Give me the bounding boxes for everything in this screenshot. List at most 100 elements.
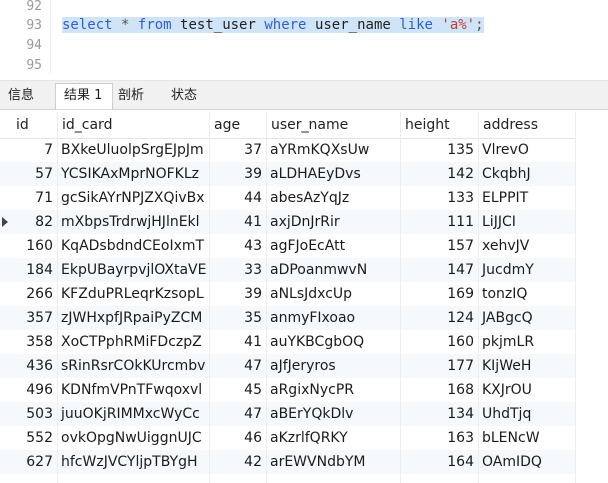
cell-id[interactable]: 7 <box>12 138 57 162</box>
cell-user-name[interactable]: agFJoEcAtt <box>266 234 400 258</box>
table-row[interactable]: 57 YCSIKAxMprNOFKLz 39 aLDHAEyDvs 142 CkqbhJ <box>0 162 575 186</box>
cell-id-card[interactable]: YCSIKAxMprNOFKLz <box>57 162 209 186</box>
cell-address[interactable]: ELPPIT <box>478 186 575 210</box>
cell-id[interactable]: 496 <box>12 378 57 402</box>
sql-editor[interactable]: 92 93 94 95 select * from test_user wher… <box>0 0 608 74</box>
cell-user-name[interactable]: anmyFIxoao <box>266 306 400 330</box>
table-row[interactable]: 503 juuOKjRIMMxcWyCc 47 aBErYQkDlv 134 UhdTjq <box>0 402 575 426</box>
column-header-age[interactable]: age <box>209 112 266 138</box>
cell-height[interactable]: 111 <box>400 210 478 234</box>
cell-age[interactable]: 37 <box>209 138 266 162</box>
cell-id-card[interactable]: KqADsbdndCEoIxmT <box>57 234 209 258</box>
cell-id[interactable]: 184 <box>12 258 57 282</box>
table-row[interactable]: 71 gcSikAYrNPJZXQivBx 44 abesAzYqJz 133 ELPPI… <box>0 186 575 210</box>
tab-result-1[interactable]: 结果 1 <box>55 83 113 109</box>
cell-address[interactable]: LiJJCI <box>478 210 575 234</box>
cell-height[interactable]: 142 <box>400 162 478 186</box>
cell-id-card[interactable]: BXkeUluolpSrgEJpJm <box>57 138 209 162</box>
cell-id-card[interactable]: EkpUBayrpvjlOXtaVE <box>57 258 209 282</box>
tab-status[interactable]: 状态 <box>163 85 213 107</box>
cell-id[interactable]: 266 <box>12 282 57 306</box>
cell-address[interactable]: xehvJV <box>478 234 575 258</box>
cell-age[interactable]: 47 <box>209 402 266 426</box>
cell-age[interactable]: 43 <box>209 234 266 258</box>
cell-address[interactable]: UhdTjq <box>478 402 575 426</box>
column-header-address[interactable]: address <box>478 112 575 138</box>
table-row[interactable]: 82 mXbpsTrdrwjHJlnEkl 41 axjDnJrRir 111 LiJJC… <box>0 210 575 234</box>
cell-id-card[interactable]: gcSikAYrNPJZXQivBx <box>57 186 209 210</box>
selected-query[interactable]: select * from test_user where user_name … <box>62 17 484 33</box>
cell-height[interactable]: 163 <box>400 426 478 450</box>
cell-user-name[interactable]: aDPoanmwvN <box>266 258 400 282</box>
cell-address[interactable]: JABgcQ <box>478 306 575 330</box>
table-row[interactable]: 357 zJWHxpfJRpaiPyZCM 35 anmyFIxoao 124 JABgc… <box>0 306 575 330</box>
column-header-id-card[interactable]: id_card <box>57 112 209 138</box>
cell-id[interactable]: 358 <box>12 330 57 354</box>
cell-address[interactable]: KIjWeH <box>478 354 575 378</box>
cell-height[interactable]: 124 <box>400 306 478 330</box>
cell-age[interactable]: 41 <box>209 210 266 234</box>
cell-user-name[interactable]: abesAzYqJz <box>266 186 400 210</box>
result-grid[interactable]: id id_card age user_name height address … <box>0 112 608 483</box>
cell-id[interactable]: 82 <box>12 210 57 234</box>
cell-user-name[interactable]: aYRmKQXsUw <box>266 138 400 162</box>
cell-id[interactable]: 57 <box>12 162 57 186</box>
cell-user-name[interactable]: arEWVNdbYM <box>266 450 400 474</box>
cell-height[interactable]: 164 <box>400 450 478 474</box>
cell-id-card[interactable]: KDNfmVPnTFwqoxvl <box>57 378 209 402</box>
cell-id-card[interactable]: sRinRsrCOkKUrcmbv <box>57 354 209 378</box>
cell-user-name[interactable]: aNLsJdxcUp <box>266 282 400 306</box>
cell-id[interactable]: 71 <box>12 186 57 210</box>
cell-age[interactable]: 47 <box>209 354 266 378</box>
cell-id[interactable]: 627 <box>12 450 57 474</box>
cell-id-card[interactable]: XoCTPphRMiFDczpZ <box>57 330 209 354</box>
column-header-height[interactable]: height <box>400 112 478 138</box>
cell-height[interactable]: 168 <box>400 378 478 402</box>
table-row[interactable]: 266 KFZduPRLeqrKzsopL 39 aNLsJdxcUp 169 tonzI… <box>0 282 575 306</box>
cell-user-name[interactable]: aKzrlfQRKY <box>266 426 400 450</box>
cell-id[interactable]: 357 <box>12 306 57 330</box>
cell-id[interactable]: 436 <box>12 354 57 378</box>
cell-height[interactable]: 157 <box>400 234 478 258</box>
cell-age[interactable]: 33 <box>209 258 266 282</box>
tab-profile[interactable]: 剖析 <box>110 85 160 107</box>
cell-user-name[interactable]: aLDHAEyDvs <box>266 162 400 186</box>
cell-user-name[interactable]: aBErYQkDlv <box>266 402 400 426</box>
tab-info[interactable]: 信息 <box>0 85 50 107</box>
cell-height[interactable]: 133 <box>400 186 478 210</box>
cell-height[interactable]: 169 <box>400 282 478 306</box>
cell-height[interactable]: 134 <box>400 402 478 426</box>
cell-address[interactable]: JucdmY <box>478 258 575 282</box>
cell-id[interactable]: 503 <box>12 402 57 426</box>
cell-id[interactable]: 160 <box>12 234 57 258</box>
cell-id-card[interactable]: ovkOpgNwUiggnUJC <box>57 426 209 450</box>
cell-address[interactable]: VlrevO <box>478 138 575 162</box>
cell-height[interactable]: 160 <box>400 330 478 354</box>
table-row[interactable]: 552 ovkOpgNwUiggnUJC 46 aKzrlfQRKY 163 bLENcW <box>0 426 575 450</box>
cell-age[interactable]: 39 <box>209 162 266 186</box>
cell-age[interactable]: 46 <box>209 426 266 450</box>
table-row[interactable]: 7 BXkeUluolpSrgEJpJm 37 aYRmKQXsUw 135 VlrevO <box>0 138 575 162</box>
cell-age[interactable]: 39 <box>209 282 266 306</box>
cell-height[interactable]: 147 <box>400 258 478 282</box>
cell-user-name[interactable]: auYKBCgbOQ <box>266 330 400 354</box>
cell-height[interactable]: 177 <box>400 354 478 378</box>
table-row[interactable]: 160 KqADsbdndCEoIxmT 43 agFJoEcAtt 157 xehvJV <box>0 234 575 258</box>
cell-address[interactable]: bLENcW <box>478 426 575 450</box>
cell-age[interactable]: 35 <box>209 306 266 330</box>
table-row[interactable]: 358 XoCTPphRMiFDczpZ 41 auYKBCgbOQ 160 pkjmLR <box>0 330 575 354</box>
cell-age[interactable]: 45 <box>209 378 266 402</box>
column-header-user-name[interactable]: user_name <box>266 112 400 138</box>
cell-address[interactable]: OAmIDQ <box>478 450 575 474</box>
cell-height[interactable]: 135 <box>400 138 478 162</box>
cell-age[interactable]: 44 <box>209 186 266 210</box>
sql-statement[interactable]: select * from test_user where user_name … <box>62 15 484 35</box>
cell-address[interactable]: pkjmLR <box>478 330 575 354</box>
cell-id-card[interactable]: juuOKjRIMMxcWyCc <box>57 402 209 426</box>
cell-age[interactable]: 42 <box>209 450 266 474</box>
column-header-id[interactable]: id <box>12 112 57 138</box>
cell-user-name[interactable]: aJfJeryros <box>266 354 400 378</box>
cell-address[interactable]: tonzIQ <box>478 282 575 306</box>
cell-age[interactable]: 41 <box>209 330 266 354</box>
cell-id[interactable]: 552 <box>12 426 57 450</box>
